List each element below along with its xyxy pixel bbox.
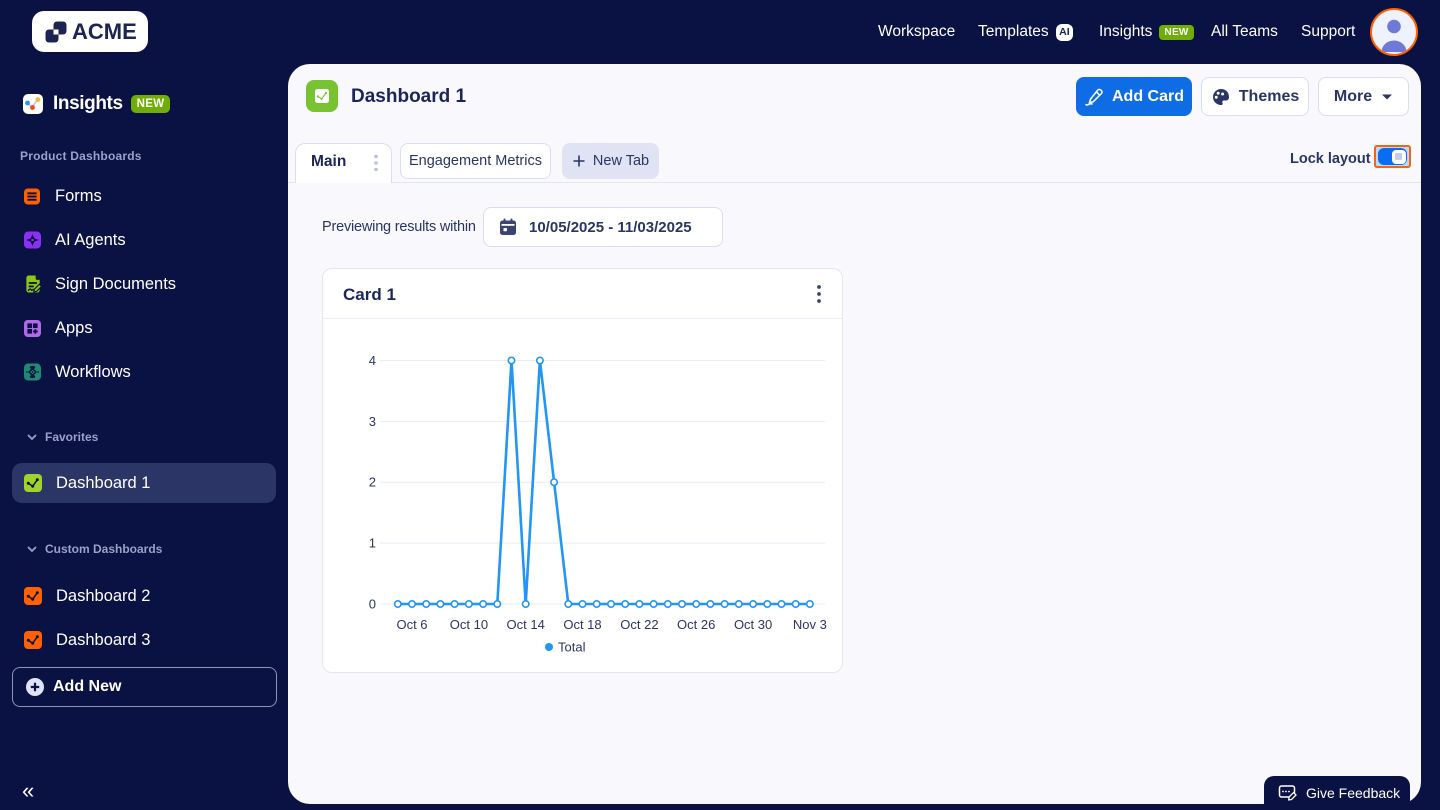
svg-text:Total: Total <box>558 640 586 655</box>
svg-text:Nov 3: Nov 3 <box>793 617 827 632</box>
svg-text:Oct 18: Oct 18 <box>563 617 601 632</box>
svg-text:2: 2 <box>369 475 376 490</box>
svg-text:0: 0 <box>369 597 376 612</box>
svg-text:Oct 30: Oct 30 <box>734 617 772 632</box>
svg-text:Oct 22: Oct 22 <box>620 617 658 632</box>
svg-text:4: 4 <box>369 353 376 368</box>
svg-text:Oct 6: Oct 6 <box>396 617 427 632</box>
svg-text:Oct 10: Oct 10 <box>450 617 488 632</box>
svg-text:1: 1 <box>369 536 376 551</box>
svg-text:3: 3 <box>369 414 376 429</box>
svg-text:Oct 26: Oct 26 <box>677 617 715 632</box>
svg-text:Oct 14: Oct 14 <box>507 617 545 632</box>
